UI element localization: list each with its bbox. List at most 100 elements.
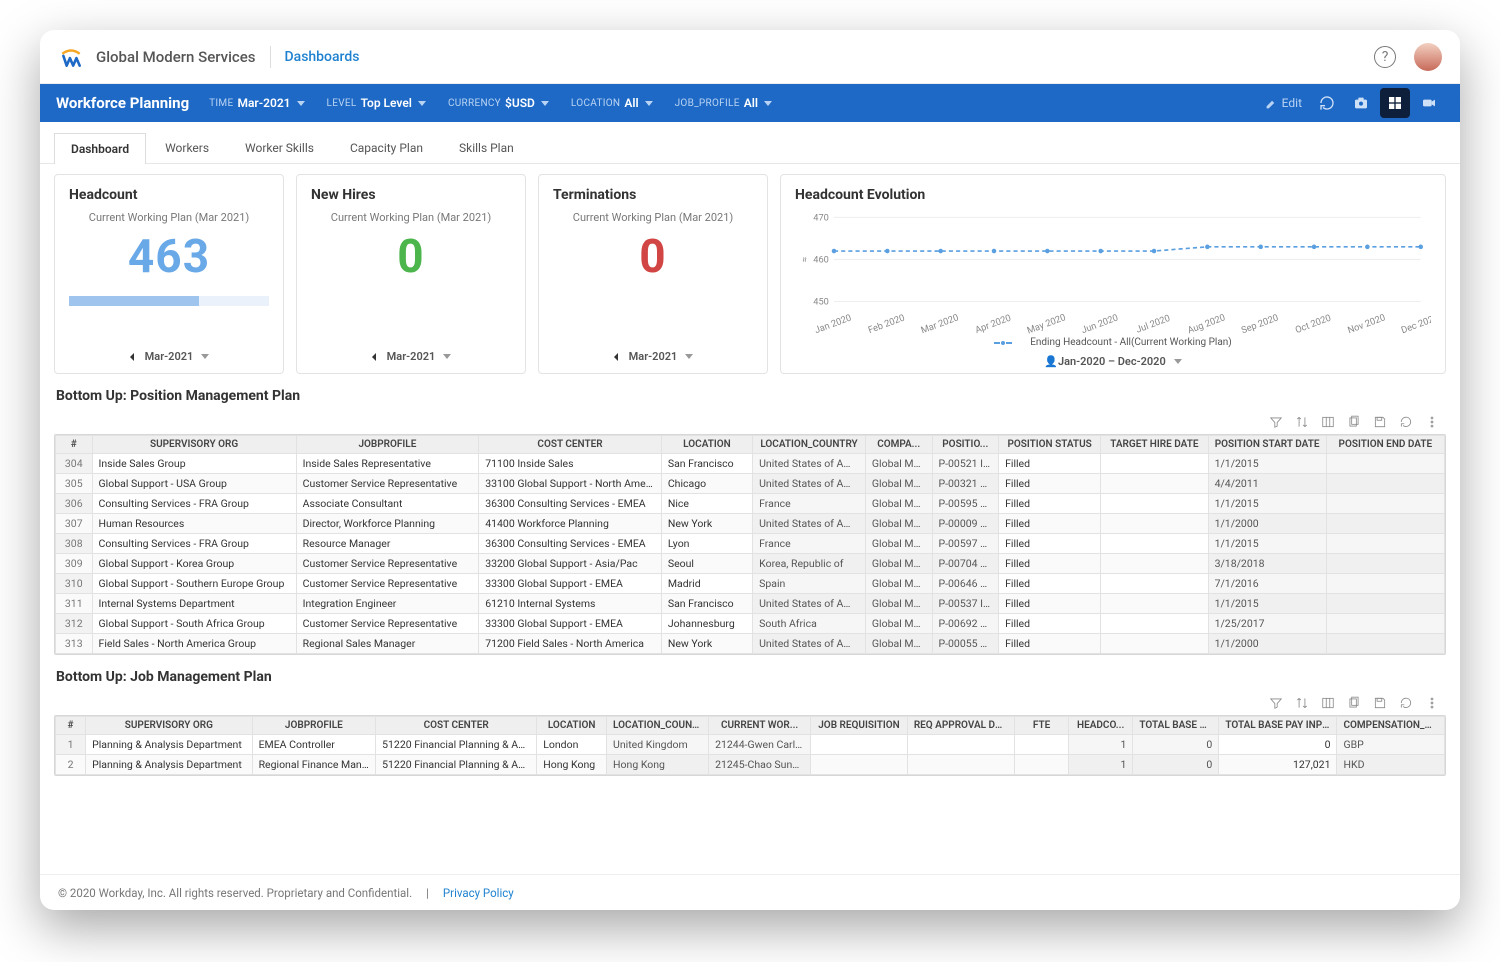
card-value: 463 [69,230,269,284]
col-header[interactable]: # [56,436,93,454]
chart-area: 450460470≈Jan 2020Feb 2020Mar 2020Apr 20… [795,209,1431,335]
position-plan-grid[interactable]: #SUPERVISORY ORGJOBPROFILECOST CENTERLOC… [54,434,1446,655]
col-header[interactable]: SUPERVISORY ORG [86,717,253,735]
col-header[interactable]: TOTAL BASE PAY [1133,717,1219,735]
chart-legend: Ending Headcount - All(Current Working P… [795,337,1431,348]
copy-icon[interactable] [1346,414,1362,430]
col-header[interactable]: POSITIO... [932,436,999,454]
period-dropdown[interactable]: Mar-2021 [69,343,269,363]
col-header[interactable]: TOTAL BASE PAY INPUT [1219,717,1337,735]
filter-job-profile[interactable]: JOB_PROFILEAll [675,96,772,110]
filter-icon[interactable] [1268,414,1284,430]
svg-text:Sep 2020: Sep 2020 [1240,312,1280,335]
col-header[interactable]: POSITION START DATE [1208,436,1326,454]
copy-icon[interactable] [1346,695,1362,711]
table-row[interactable]: 2Planning & Analysis DepartmentRegional … [56,755,1445,775]
col-header[interactable]: JOBPROFILE [296,436,479,454]
col-header[interactable]: LOCATION [661,436,752,454]
col-header[interactable]: LOCATION_COUNTRY [753,436,866,454]
card-title: Headcount [69,187,269,203]
card-headcount: Headcount Current Working Plan (Mar 2021… [54,174,284,374]
card-subtitle: Current Working Plan (Mar 2021) [311,211,511,224]
col-header[interactable]: JOB REQUISITION [811,717,908,735]
table-row[interactable]: 306Consulting Services - FRA GroupAssoci… [56,494,1445,514]
more-icon[interactable] [1424,695,1440,711]
save-icon[interactable] [1372,414,1388,430]
filter-currency[interactable]: CURRENCY$USD [448,96,549,110]
card-title: Terminations [553,187,753,203]
person-icon: 👤 [1044,355,1058,368]
refresh-icon[interactable] [1312,88,1342,118]
columns-icon[interactable] [1320,695,1336,711]
col-header[interactable]: COST CENTER [479,436,662,454]
col-header[interactable]: COMPA... [865,436,932,454]
svg-text:Apr 2020: Apr 2020 [974,313,1013,336]
tab-skills-plan[interactable]: Skills Plan [442,132,531,163]
tab-capacity-plan[interactable]: Capacity Plan [333,132,440,163]
footer: © 2020 Workday, Inc. All rights reserved… [40,874,1460,910]
refresh-icon[interactable] [1398,414,1414,430]
table-row[interactable]: 305Global Support - USA GroupCustomer Se… [56,474,1445,494]
table-row[interactable]: 310Global Support - Southern Europe Grou… [56,574,1445,594]
col-header[interactable]: FTE [1015,717,1069,735]
col-header[interactable]: # [56,717,86,735]
col-header[interactable]: COST CENTER [376,717,537,735]
refresh-icon[interactable] [1398,695,1414,711]
topbar: Global Modern Services Dashboards ? [40,30,1460,84]
col-header[interactable]: SUPERVISORY ORG [92,436,296,454]
help-icon[interactable]: ? [1374,46,1396,68]
table-row[interactable]: 312Global Support - South Africa GroupCu… [56,614,1445,634]
table-row[interactable]: 307Human ResourcesDirector, Workforce Pl… [56,514,1445,534]
user-avatar[interactable] [1414,43,1442,71]
tab-workers[interactable]: Workers [148,132,226,163]
svg-text:Jun 2020: Jun 2020 [1080,312,1120,335]
more-icon[interactable] [1424,414,1440,430]
sort-icon[interactable] [1294,695,1310,711]
col-header[interactable]: JOBPROFILE [252,717,376,735]
tab-worker-skills[interactable]: Worker Skills [228,132,331,163]
grid-view-icon[interactable] [1380,88,1410,118]
sort-icon[interactable] [1294,414,1310,430]
filter-time[interactable]: TIMEMar-2021 [209,96,304,110]
col-header[interactable]: CURRENT WOR... [709,717,811,735]
period-dropdown[interactable]: Mar-2021 [553,343,753,363]
video-icon[interactable] [1414,88,1444,118]
privacy-link[interactable]: Privacy Policy [443,886,514,900]
workday-logo-icon [58,44,84,70]
section-title-position-plan: Bottom Up: Position Management Plan [56,388,1446,404]
filter-location[interactable]: LOCATIONAll [571,96,653,110]
col-header[interactable]: POSITION STATUS [999,436,1101,454]
tab-dashboard[interactable]: Dashboard [54,133,146,164]
col-header[interactable]: TARGET HIRE DATE [1101,436,1208,454]
col-header[interactable]: POSITION END DATE [1326,436,1444,454]
edit-button[interactable]: Edit [1265,96,1302,110]
col-header[interactable]: LOCATION_COUNTRY [607,717,709,735]
save-icon[interactable] [1372,695,1388,711]
table-row[interactable]: 311Internal Systems DepartmentIntegratio… [56,594,1445,614]
camera-icon[interactable] [1346,88,1376,118]
col-header[interactable]: COMPENSATION_CU... [1337,717,1445,735]
table-row[interactable]: 313Field Sales - North America GroupRegi… [56,634,1445,654]
table-row[interactable]: 1Planning & Analysis DepartmentEMEA Cont… [56,735,1445,755]
svg-text:Dec 2020: Dec 2020 [1400,312,1431,335]
card-value: 0 [311,230,511,284]
period-dropdown[interactable]: Mar-2021 [311,343,511,363]
filter-level[interactable]: LEVELTop Level [327,96,426,110]
divider [270,46,271,68]
svg-text:Mar 2020: Mar 2020 [920,312,961,335]
filter-icon[interactable] [1268,695,1284,711]
chart-range-dropdown[interactable]: 👤Jan-2020 – Dec-2020 [795,348,1431,368]
svg-text:Jul 2020: Jul 2020 [1135,313,1172,335]
job-plan-grid[interactable]: #SUPERVISORY ORGJOBPROFILECOST CENTERLOC… [54,715,1446,776]
breadcrumb-link[interactable]: Dashboards [285,49,360,65]
svg-text:470: 470 [813,212,829,223]
col-header[interactable]: LOCATION [537,717,607,735]
table-row[interactable]: 309Global Support - Korea GroupCustomer … [56,554,1445,574]
svg-text:450: 450 [813,297,829,308]
table-row[interactable]: 304Inside Sales GroupInside Sales Repres… [56,454,1445,474]
col-header[interactable]: REQ APPROVAL DATE [907,717,1014,735]
table-row[interactable]: 308Consulting Services - FRA GroupResour… [56,534,1445,554]
card-headcount-evolution: Headcount Evolution 450460470≈Jan 2020Fe… [780,174,1446,374]
columns-icon[interactable] [1320,414,1336,430]
col-header[interactable]: HEADCO... [1068,717,1132,735]
